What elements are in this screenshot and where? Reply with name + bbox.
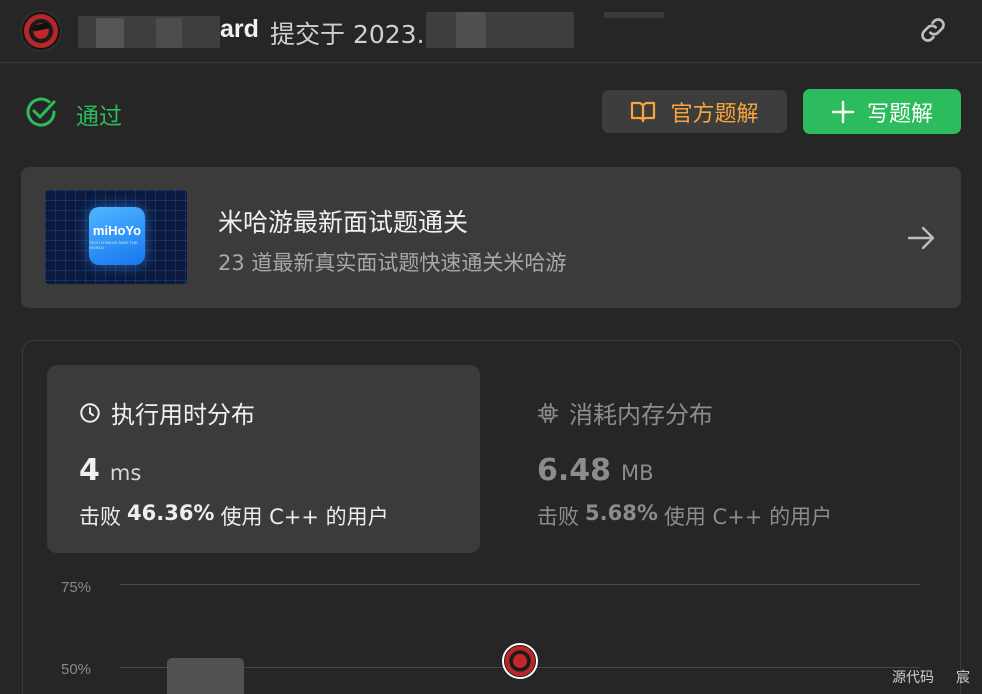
redacted-date-block bbox=[456, 12, 486, 48]
memory-beat-percent: 5.68% bbox=[585, 501, 658, 525]
footer-extra: 宸 bbox=[956, 670, 970, 686]
write-solution-label: 写题解 bbox=[866, 101, 933, 127]
memory-header: 消耗内存分布 bbox=[537, 395, 713, 430]
runtime-beat-suffix: 使用 C++ 的用户 bbox=[220, 505, 389, 529]
user-avatar[interactable] bbox=[20, 10, 62, 52]
y-tick-label: 75% bbox=[61, 579, 92, 596]
redacted-date-block bbox=[604, 12, 664, 18]
memory-value-row: 6.48 MB bbox=[537, 453, 654, 488]
logo-subtext: TECH OTAKUS SAVE THE WORLD bbox=[89, 239, 138, 250]
runtime-beat-percent: 46.36% bbox=[127, 501, 215, 525]
memory-card[interactable]: 消耗内存分布 6.48 MB 击败 5.68% 使用 C++ 的用户 bbox=[513, 365, 946, 553]
runtime-unit: ms bbox=[109, 461, 142, 485]
banner-thumbnail: miHoYo TECH OTAKUS SAVE THE WORLD bbox=[45, 190, 187, 284]
redacted-username-block bbox=[156, 18, 182, 48]
distribution-bar[interactable] bbox=[167, 658, 244, 694]
mihoyo-logo: miHoYo TECH OTAKUS SAVE THE WORLD bbox=[89, 207, 145, 265]
gridline bbox=[120, 584, 920, 585]
memory-unit: MB bbox=[621, 461, 654, 485]
logo-text: miHoYo bbox=[92, 222, 142, 238]
source-code-link[interactable]: 源代码 bbox=[892, 667, 934, 687]
performance-panel: 执行用时分布 4 ms 击败 46.36% 使用 C++ 的用户 消耗内存分布 … bbox=[22, 340, 961, 694]
link-icon[interactable] bbox=[916, 14, 950, 46]
clock-icon bbox=[80, 402, 100, 423]
book-icon bbox=[631, 101, 656, 122]
submitted-time-label: 提交于 2023. bbox=[270, 20, 425, 49]
write-solution-button[interactable]: 写题解 bbox=[803, 89, 961, 134]
runtime-beat-row: 击败 46.36% 使用 C++ 的用户 bbox=[79, 501, 389, 531]
check-circle-icon bbox=[26, 97, 56, 127]
runtime-beat-prefix: 击败 bbox=[79, 505, 121, 529]
arrow-right-icon[interactable] bbox=[905, 222, 937, 254]
username[interactable]: ard bbox=[220, 15, 259, 44]
official-solution-button[interactable]: 官方题解 bbox=[602, 90, 787, 133]
promo-banner[interactable]: miHoYo TECH OTAKUS SAVE THE WORLD 米哈游最新面… bbox=[21, 167, 961, 308]
y-tick-label: 50% bbox=[61, 661, 92, 678]
memory-beat-prefix: 击败 bbox=[537, 505, 579, 529]
official-solution-label: 官方题解 bbox=[670, 101, 759, 127]
chip-icon bbox=[537, 402, 559, 423]
submission-status: 通过 bbox=[76, 104, 122, 130]
runtime-header: 执行用时分布 bbox=[79, 395, 255, 430]
memory-value: 6.48 bbox=[537, 453, 612, 488]
runtime-value-row: 4 ms bbox=[79, 453, 141, 488]
banner-title: 米哈游最新面试题通关 bbox=[218, 208, 469, 237]
redacted-date bbox=[426, 12, 574, 48]
banner-subtitle: 23 道最新真实面试题快速通关米哈游 bbox=[218, 251, 567, 275]
memory-title: 消耗内存分布 bbox=[569, 401, 713, 429]
plus-icon bbox=[831, 100, 855, 123]
memory-beat-suffix: 使用 C++ 的用户 bbox=[663, 505, 833, 529]
runtime-value: 4 bbox=[79, 453, 100, 488]
runtime-card[interactable]: 执行用时分布 4 ms 击败 46.36% 使用 C++ 的用户 bbox=[47, 365, 480, 553]
runtime-title: 执行用时分布 bbox=[111, 401, 255, 429]
redacted-username-block bbox=[96, 18, 124, 48]
user-avatar-marker[interactable] bbox=[502, 643, 538, 679]
memory-beat-row: 击败 5.68% 使用 C++ 的用户 bbox=[537, 501, 832, 531]
